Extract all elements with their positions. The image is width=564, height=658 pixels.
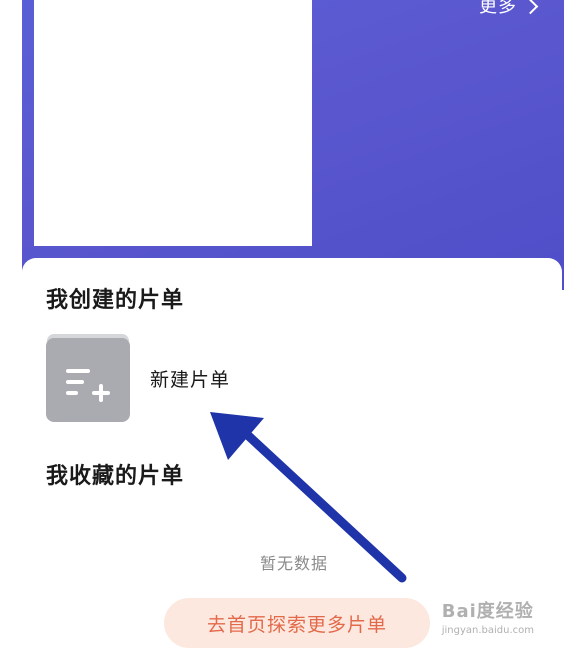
watermark-main: Bai度经验 (441, 601, 534, 622)
banner-card[interactable] (34, 0, 312, 246)
watermark-sub: jingyan.baidu.com (441, 625, 534, 636)
new-playlist-icon[interactable] (46, 338, 130, 422)
explore-more-button[interactable]: 去首页探索更多片单 (164, 598, 430, 648)
favorite-lists-title: 我收藏的片单 (46, 464, 185, 489)
more-link[interactable]: 更多 (479, 0, 539, 18)
created-lists-title: 我创建的片单 (46, 288, 185, 313)
more-label: 更多 (479, 0, 517, 17)
watermark: Bai度经验 jingyan.baidu.com (442, 597, 534, 636)
new-list-item[interactable]: 新建片单 (46, 338, 230, 422)
banner-edge (0, 0, 22, 290)
empty-state-text: 暂无数据 (260, 554, 329, 573)
chevron-right-icon (522, 0, 539, 14)
new-list-label: 新建片单 (150, 368, 231, 391)
